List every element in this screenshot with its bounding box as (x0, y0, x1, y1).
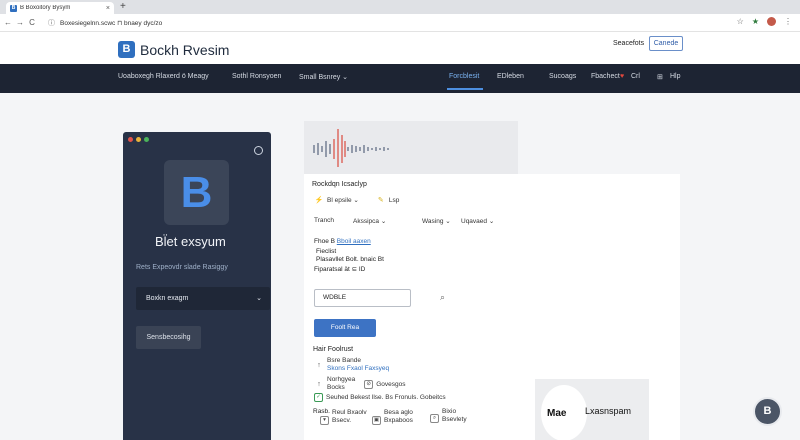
nav-item-success[interactable]: Sucoags (549, 73, 576, 80)
nav-item-feedback[interactable]: Fbachect (591, 73, 620, 80)
chevron-down-icon: ⌄ (256, 295, 262, 302)
filter-dropdown-1[interactable]: Akssipca ⌄ (353, 217, 386, 225)
url-text: Boxesiegelnn.scwc ⊓ bnaey dyc/zo (60, 20, 163, 27)
browser-tab[interactable]: B B Boxoitory Bysym × (6, 2, 114, 14)
help-icon[interactable]: ⊞ (657, 73, 663, 81)
site-header: B Bockh Rvesim Seacefots Canede (0, 32, 800, 64)
bolt-icon: ⚡ (314, 197, 324, 204)
bookmark-icon[interactable]: ☆ (737, 17, 744, 26)
site-info-icon[interactable]: ⓘ (48, 18, 55, 28)
filter-dropdown-3[interactable]: Uqavaed ⌄ (461, 217, 494, 225)
main-nav: Uoaboxegh Rlaxerd ö Meagy Sothl Ronsyoen… (0, 64, 800, 93)
favicon-icon: B (10, 4, 17, 12)
logo-icon[interactable]: B (118, 41, 135, 58)
search-icon[interactable]: ⌕ (440, 292, 445, 303)
filter-label: Tranch (314, 217, 334, 224)
waveform-graphic (313, 129, 389, 167)
list-item-title: Bsre Bande (327, 357, 361, 364)
nav-item-docs[interactable]: Uoaboxegh Rlaxerd ö Meagy (118, 73, 209, 80)
footer-item-title[interactable]: Bixio (442, 408, 467, 416)
nav-item-solutions[interactable]: Sothl Ronsyoen (232, 73, 281, 80)
list-item-title: Seuhed Bekest llse. Bs Fronuls. Gobeitcs (326, 394, 446, 401)
menu-icon[interactable]: ⋮ (784, 17, 792, 26)
tag-icon: ⊘ (364, 379, 374, 389)
thumbnail-card[interactable]: Mae Lxasnspam (535, 379, 649, 440)
thumbnail-left-text: Mae (547, 408, 567, 419)
new-tab-button[interactable]: + (120, 1, 126, 12)
pencil-icon[interactable]: ✎ (376, 196, 386, 204)
nav-item-small-business[interactable]: Small Bsnrey ⌄ (299, 73, 348, 81)
floating-help-button[interactable]: B (753, 397, 782, 426)
list-item-subtitle[interactable]: Skons Fxaol Faxsyeq (327, 365, 389, 373)
search-small-icon: ⌕ (430, 413, 439, 423)
address-bar[interactable]: ⓘ Boxesiegelnn.scwc ⊓ bnaey dyc/zo (46, 17, 706, 29)
panel-select[interactable]: Boxkn exagm ⌄ (136, 287, 270, 310)
tab-close-icon[interactable]: × (106, 5, 110, 12)
info-line-1: Fieclist (316, 248, 337, 255)
list-item-subtitle: Bocks (327, 384, 345, 391)
filter-dropdown-2[interactable]: Wasing ⌄ (422, 217, 451, 225)
panel-title: Bl̈et exsyum (155, 234, 226, 249)
app-logo-icon: B (164, 160, 229, 225)
nav-item-edition[interactable]: EDleben (497, 73, 524, 80)
browser-tab-bar: B B Boxoitory Bysym × + (0, 0, 800, 14)
panel-select-label: Boxkn exagm (146, 295, 189, 302)
waveform-card (304, 121, 518, 174)
arrow-up-icon: ↑ (317, 380, 321, 388)
reload-icon[interactable]: C (26, 18, 38, 27)
panel-subtitle: Rets Expeovdr slade Rasiggy (136, 264, 228, 271)
window-close-dot (128, 137, 133, 142)
signin-link[interactable]: Seacefots (613, 40, 644, 47)
console-button[interactable]: Canede (649, 36, 683, 51)
extension-icon[interactable]: ★ (752, 17, 759, 26)
back-icon[interactable]: ← (2, 18, 14, 27)
thumbnail-right-text: Lxasnspam (585, 406, 632, 416)
dropdown-icon: ▾ (320, 416, 329, 425)
doc-link[interactable]: Bboil aaxen (337, 238, 371, 245)
list-item-title: Norhgyea (327, 376, 356, 383)
window-minimize-dot (136, 137, 141, 142)
site-title[interactable]: Bockh Rvesim (140, 42, 229, 58)
footer-item-subtitle: Bxpaboos (384, 416, 413, 424)
check-icon[interactable]: ✓ (314, 393, 323, 402)
edit-label[interactable]: Lsp (389, 197, 399, 204)
primary-button[interactable]: Foolt Rea (314, 319, 376, 337)
forward-icon[interactable]: → (14, 18, 26, 27)
window-maximize-dot (144, 137, 149, 142)
app-preview-panel: B Bl̈et exsyum Rets Expeovdr slade Rasig… (123, 132, 271, 440)
nav-item-active[interactable]: Forcblesit (449, 73, 479, 80)
tab-title: B Boxoitory Bysym (20, 5, 71, 11)
link-prefix: Fhoe B (314, 238, 337, 245)
list-item-tag[interactable]: Govesgos (376, 381, 405, 388)
section-label: Hair Foolrust (313, 346, 354, 353)
nav-item-help[interactable]: Hlp (670, 73, 681, 80)
footer-item-title[interactable]: Reul Bxaolv (332, 409, 367, 417)
profile-dropdown[interactable]: Bl epsile ⌄ (327, 196, 359, 204)
profile-avatar[interactable] (767, 17, 776, 26)
heart-icon[interactable]: ♥ (620, 73, 624, 80)
active-nav-indicator (447, 88, 483, 90)
info-line-3: Fiparatsal ät ⊆ ID (314, 266, 366, 273)
settings-icon[interactable] (254, 146, 263, 155)
footer-item-subtitle: Bsevlety (442, 416, 467, 423)
info-line-2: Plasavllet Bolt. bnaic Bt (316, 256, 384, 263)
search-input[interactable]: WDBLE (314, 289, 411, 307)
footer-item-title[interactable]: Besa aglo (384, 409, 413, 417)
arrow-up-icon: ↑ (317, 361, 321, 369)
image-icon: ▣ (372, 416, 381, 425)
card-heading: Rockdqn Icsaclyp (312, 181, 367, 188)
panel-secondary-button[interactable]: Sensbecosihg (136, 326, 201, 349)
browser-toolbar: ← → C ⓘ Boxesiegelnn.scwc ⊓ bnaey dyc/zo… (0, 14, 800, 32)
nav-item-cal[interactable]: Crl (631, 73, 640, 80)
footer-item-subtitle: Bsecv. (332, 416, 352, 424)
